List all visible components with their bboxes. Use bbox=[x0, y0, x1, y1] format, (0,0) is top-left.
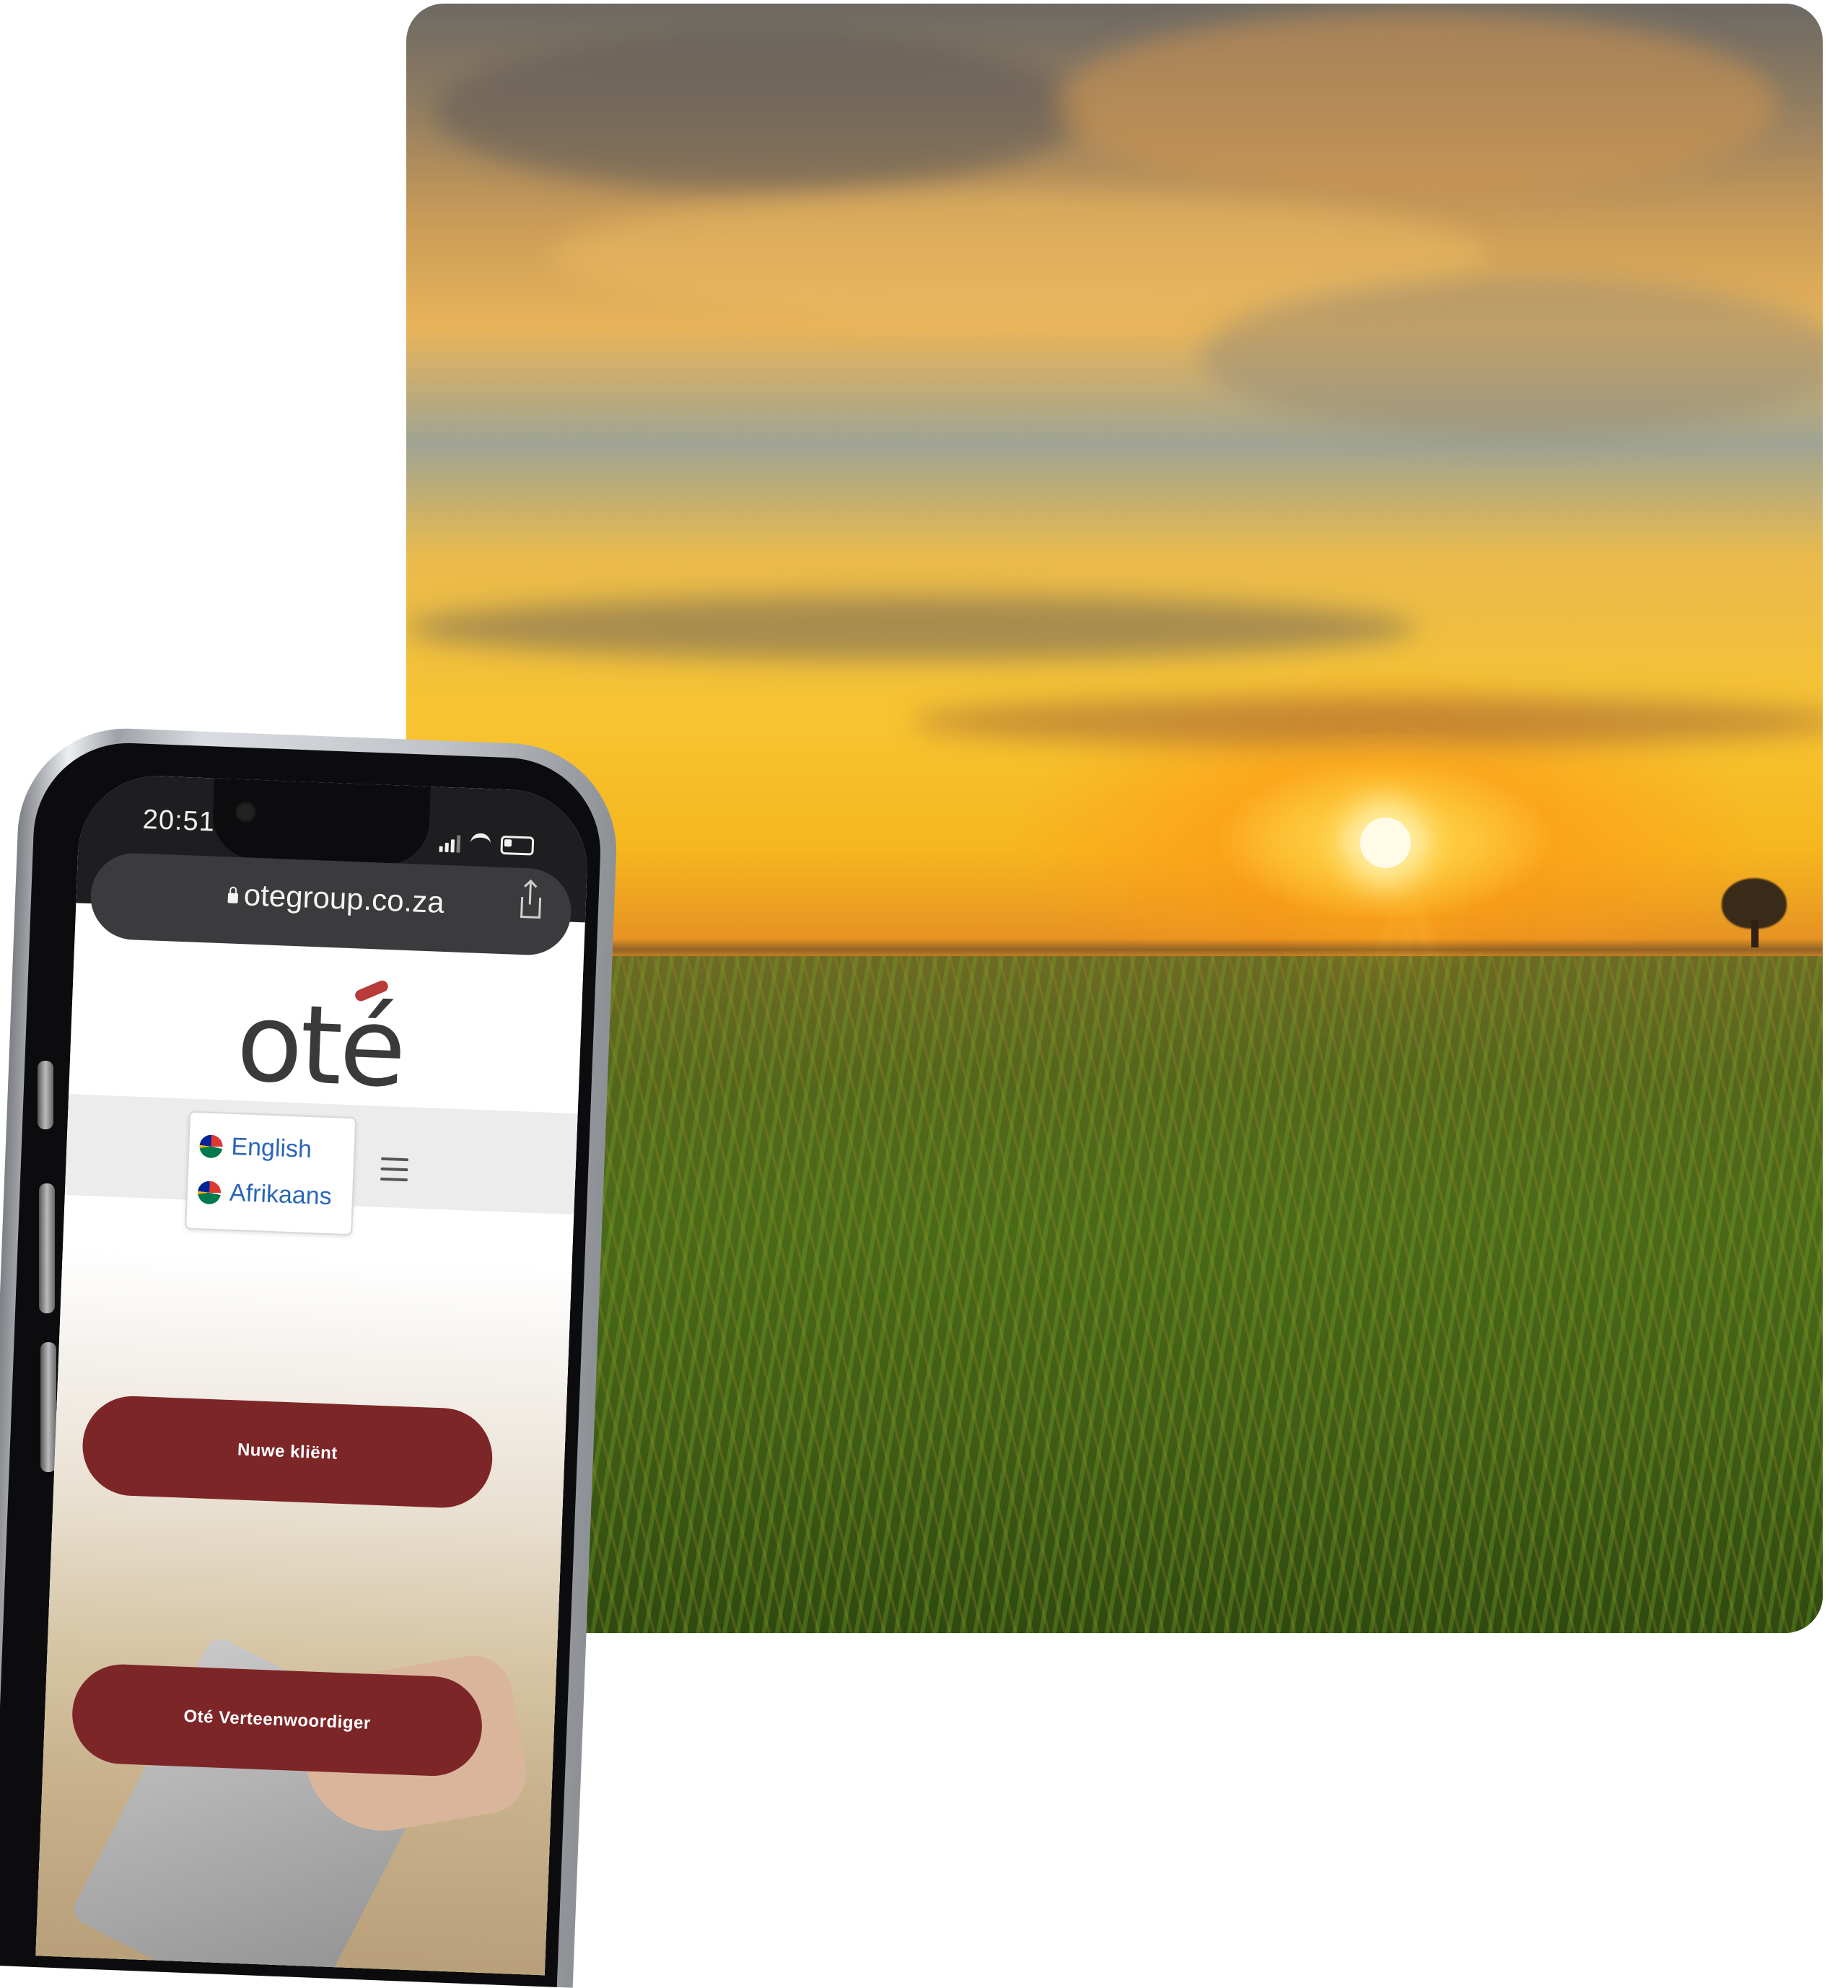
language-label: Afrikaans bbox=[229, 1178, 333, 1211]
hamburger-menu-icon[interactable] bbox=[380, 1157, 409, 1182]
wifi-icon bbox=[470, 833, 491, 854]
lock-icon bbox=[227, 893, 239, 903]
url-text: otegroup.co.za bbox=[243, 877, 445, 919]
phone-screen: 20:51 otegroup.co.za oté English Afrikaa… bbox=[35, 773, 590, 1976]
status-time: 20:51 bbox=[142, 804, 216, 838]
language-dropdown: English Afrikaans bbox=[185, 1111, 357, 1236]
south-africa-flag-icon bbox=[197, 1180, 222, 1204]
ote-logo[interactable]: oté bbox=[235, 980, 406, 1112]
south-africa-flag-icon bbox=[198, 1134, 224, 1158]
share-icon[interactable] bbox=[520, 896, 542, 919]
representative-button[interactable]: Oté Verteenwoordiger bbox=[70, 1662, 484, 1778]
language-option-english[interactable]: English bbox=[198, 1131, 312, 1164]
sun bbox=[1360, 818, 1411, 868]
battery-icon bbox=[500, 835, 535, 856]
status-bar: 20:51 otegroup.co.za bbox=[76, 773, 590, 957]
front-camera bbox=[234, 800, 257, 823]
website-page: oté English Afrikaans Nuwe kliënt Oté Ve… bbox=[35, 946, 584, 1976]
camera-notch bbox=[211, 778, 431, 866]
sunset-field-photo bbox=[406, 4, 1823, 1633]
language-option-afrikaans[interactable]: Afrikaans bbox=[197, 1178, 332, 1211]
new-client-button[interactable]: Nuwe kliënt bbox=[80, 1394, 494, 1510]
silent-switch bbox=[38, 1061, 53, 1129]
hero-image bbox=[35, 1248, 572, 1976]
system-icons bbox=[439, 831, 535, 856]
signal-icon bbox=[439, 835, 461, 853]
language-label: English bbox=[230, 1132, 312, 1164]
address-bar[interactable]: otegroup.co.za bbox=[89, 851, 573, 957]
volume-up-button bbox=[39, 1183, 55, 1313]
volume-down-button bbox=[40, 1342, 56, 1472]
